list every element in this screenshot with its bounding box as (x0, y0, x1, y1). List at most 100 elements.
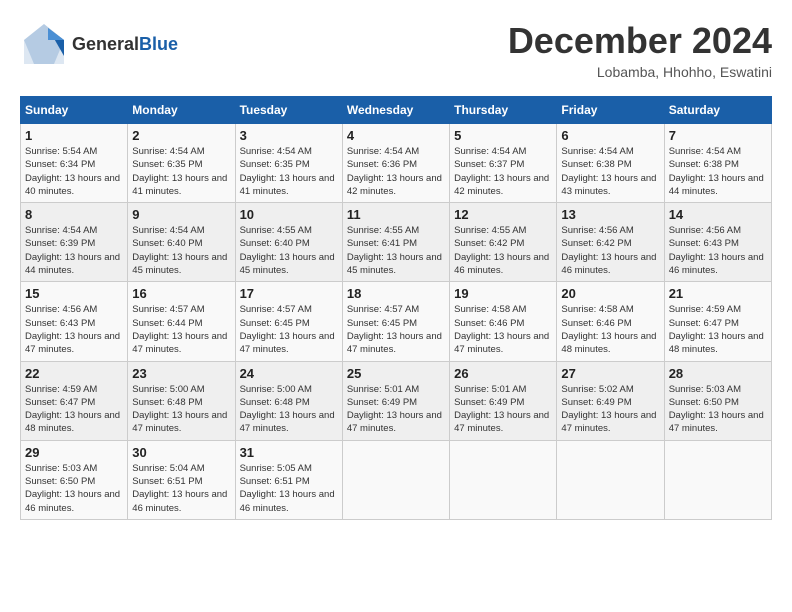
day-number: 21 (669, 286, 767, 301)
calendar-cell: 18 Sunrise: 4:57 AM Sunset: 6:45 PM Dayl… (342, 282, 449, 361)
header-saturday: Saturday (664, 97, 771, 124)
day-number: 19 (454, 286, 552, 301)
calendar-cell: 28 Sunrise: 5:03 AM Sunset: 6:50 PM Dayl… (664, 361, 771, 440)
day-number: 17 (240, 286, 338, 301)
day-detail: Sunrise: 4:57 AM Sunset: 6:45 PM Dayligh… (240, 303, 338, 356)
calendar-table: Sunday Monday Tuesday Wednesday Thursday… (20, 96, 772, 520)
calendar-cell: 27 Sunrise: 5:02 AM Sunset: 6:49 PM Dayl… (557, 361, 664, 440)
day-detail: Sunrise: 4:55 AM Sunset: 6:41 PM Dayligh… (347, 224, 445, 277)
day-detail: Sunrise: 4:54 AM Sunset: 6:40 PM Dayligh… (132, 224, 230, 277)
calendar-cell: 29 Sunrise: 5:03 AM Sunset: 6:50 PM Dayl… (21, 440, 128, 519)
day-number: 14 (669, 207, 767, 222)
calendar-cell (450, 440, 557, 519)
day-detail: Sunrise: 5:02 AM Sunset: 6:49 PM Dayligh… (561, 383, 659, 436)
day-number: 5 (454, 128, 552, 143)
day-number: 26 (454, 366, 552, 381)
logo-blue: Blue (139, 34, 178, 54)
calendar-cell: 7 Sunrise: 4:54 AM Sunset: 6:38 PM Dayli… (664, 124, 771, 203)
calendar-cell: 19 Sunrise: 4:58 AM Sunset: 6:46 PM Dayl… (450, 282, 557, 361)
day-detail: Sunrise: 5:03 AM Sunset: 6:50 PM Dayligh… (669, 383, 767, 436)
day-detail: Sunrise: 4:57 AM Sunset: 6:45 PM Dayligh… (347, 303, 445, 356)
day-detail: Sunrise: 4:54 AM Sunset: 6:35 PM Dayligh… (132, 145, 230, 198)
title-section: December 2024 Lobamba, Hhohho, Eswatini (508, 20, 772, 80)
day-number: 13 (561, 207, 659, 222)
day-detail: Sunrise: 4:56 AM Sunset: 6:43 PM Dayligh… (669, 224, 767, 277)
calendar-cell: 23 Sunrise: 5:00 AM Sunset: 6:48 PM Dayl… (128, 361, 235, 440)
logo-icon (20, 20, 68, 68)
header-thursday: Thursday (450, 97, 557, 124)
day-detail: Sunrise: 4:55 AM Sunset: 6:42 PM Dayligh… (454, 224, 552, 277)
calendar-cell: 30 Sunrise: 5:04 AM Sunset: 6:51 PM Dayl… (128, 440, 235, 519)
calendar-cell: 3 Sunrise: 4:54 AM Sunset: 6:35 PM Dayli… (235, 124, 342, 203)
day-number: 27 (561, 366, 659, 381)
day-number: 24 (240, 366, 338, 381)
calendar-title: December 2024 (508, 20, 772, 62)
day-detail: Sunrise: 4:56 AM Sunset: 6:42 PM Dayligh… (561, 224, 659, 277)
day-number: 11 (347, 207, 445, 222)
header-wednesday: Wednesday (342, 97, 449, 124)
day-detail: Sunrise: 5:01 AM Sunset: 6:49 PM Dayligh… (347, 383, 445, 436)
week-row-2: 8 Sunrise: 4:54 AM Sunset: 6:39 PM Dayli… (21, 203, 772, 282)
day-number: 23 (132, 366, 230, 381)
day-detail: Sunrise: 4:54 AM Sunset: 6:35 PM Dayligh… (240, 145, 338, 198)
day-detail: Sunrise: 5:03 AM Sunset: 6:50 PM Dayligh… (25, 462, 123, 515)
calendar-cell: 15 Sunrise: 4:56 AM Sunset: 6:43 PM Dayl… (21, 282, 128, 361)
day-number: 31 (240, 445, 338, 460)
header-sunday: Sunday (21, 97, 128, 124)
calendar-cell: 11 Sunrise: 4:55 AM Sunset: 6:41 PM Dayl… (342, 203, 449, 282)
logo-general: General (72, 34, 139, 54)
day-number: 7 (669, 128, 767, 143)
day-detail: Sunrise: 5:54 AM Sunset: 6:34 PM Dayligh… (25, 145, 123, 198)
day-number: 30 (132, 445, 230, 460)
day-detail: Sunrise: 4:58 AM Sunset: 6:46 PM Dayligh… (454, 303, 552, 356)
day-number: 22 (25, 366, 123, 381)
calendar-subtitle: Lobamba, Hhohho, Eswatini (508, 64, 772, 80)
day-number: 15 (25, 286, 123, 301)
day-number: 28 (669, 366, 767, 381)
day-number: 18 (347, 286, 445, 301)
day-number: 25 (347, 366, 445, 381)
week-row-1: 1 Sunrise: 5:54 AM Sunset: 6:34 PM Dayli… (21, 124, 772, 203)
day-detail: Sunrise: 4:59 AM Sunset: 6:47 PM Dayligh… (25, 383, 123, 436)
calendar-cell: 2 Sunrise: 4:54 AM Sunset: 6:35 PM Dayli… (128, 124, 235, 203)
calendar-cell: 22 Sunrise: 4:59 AM Sunset: 6:47 PM Dayl… (21, 361, 128, 440)
calendar-cell: 14 Sunrise: 4:56 AM Sunset: 6:43 PM Dayl… (664, 203, 771, 282)
header-friday: Friday (557, 97, 664, 124)
day-detail: Sunrise: 5:00 AM Sunset: 6:48 PM Dayligh… (240, 383, 338, 436)
day-detail: Sunrise: 5:00 AM Sunset: 6:48 PM Dayligh… (132, 383, 230, 436)
header-row: Sunday Monday Tuesday Wednesday Thursday… (21, 97, 772, 124)
header-monday: Monday (128, 97, 235, 124)
calendar-cell: 1 Sunrise: 5:54 AM Sunset: 6:34 PM Dayli… (21, 124, 128, 203)
calendar-cell: 26 Sunrise: 5:01 AM Sunset: 6:49 PM Dayl… (450, 361, 557, 440)
day-number: 16 (132, 286, 230, 301)
calendar-cell: 21 Sunrise: 4:59 AM Sunset: 6:47 PM Dayl… (664, 282, 771, 361)
week-row-3: 15 Sunrise: 4:56 AM Sunset: 6:43 PM Dayl… (21, 282, 772, 361)
day-number: 20 (561, 286, 659, 301)
day-detail: Sunrise: 4:59 AM Sunset: 6:47 PM Dayligh… (669, 303, 767, 356)
calendar-cell: 10 Sunrise: 4:55 AM Sunset: 6:40 PM Dayl… (235, 203, 342, 282)
week-row-4: 22 Sunrise: 4:59 AM Sunset: 6:47 PM Dayl… (21, 361, 772, 440)
calendar-cell (557, 440, 664, 519)
week-row-5: 29 Sunrise: 5:03 AM Sunset: 6:50 PM Dayl… (21, 440, 772, 519)
day-detail: Sunrise: 4:56 AM Sunset: 6:43 PM Dayligh… (25, 303, 123, 356)
day-number: 12 (454, 207, 552, 222)
calendar-cell: 8 Sunrise: 4:54 AM Sunset: 6:39 PM Dayli… (21, 203, 128, 282)
calendar-cell: 24 Sunrise: 5:00 AM Sunset: 6:48 PM Dayl… (235, 361, 342, 440)
day-detail: Sunrise: 4:55 AM Sunset: 6:40 PM Dayligh… (240, 224, 338, 277)
calendar-cell: 5 Sunrise: 4:54 AM Sunset: 6:37 PM Dayli… (450, 124, 557, 203)
day-detail: Sunrise: 5:01 AM Sunset: 6:49 PM Dayligh… (454, 383, 552, 436)
day-detail: Sunrise: 4:54 AM Sunset: 6:39 PM Dayligh… (25, 224, 123, 277)
day-number: 4 (347, 128, 445, 143)
calendar-cell: 4 Sunrise: 4:54 AM Sunset: 6:36 PM Dayli… (342, 124, 449, 203)
day-number: 6 (561, 128, 659, 143)
day-number: 29 (25, 445, 123, 460)
day-detail: Sunrise: 4:54 AM Sunset: 6:38 PM Dayligh… (669, 145, 767, 198)
day-number: 1 (25, 128, 123, 143)
day-number: 2 (132, 128, 230, 143)
day-detail: Sunrise: 4:54 AM Sunset: 6:38 PM Dayligh… (561, 145, 659, 198)
calendar-cell: 20 Sunrise: 4:58 AM Sunset: 6:46 PM Dayl… (557, 282, 664, 361)
day-number: 3 (240, 128, 338, 143)
calendar-cell (664, 440, 771, 519)
header-tuesday: Tuesday (235, 97, 342, 124)
calendar-cell: 31 Sunrise: 5:05 AM Sunset: 6:51 PM Dayl… (235, 440, 342, 519)
